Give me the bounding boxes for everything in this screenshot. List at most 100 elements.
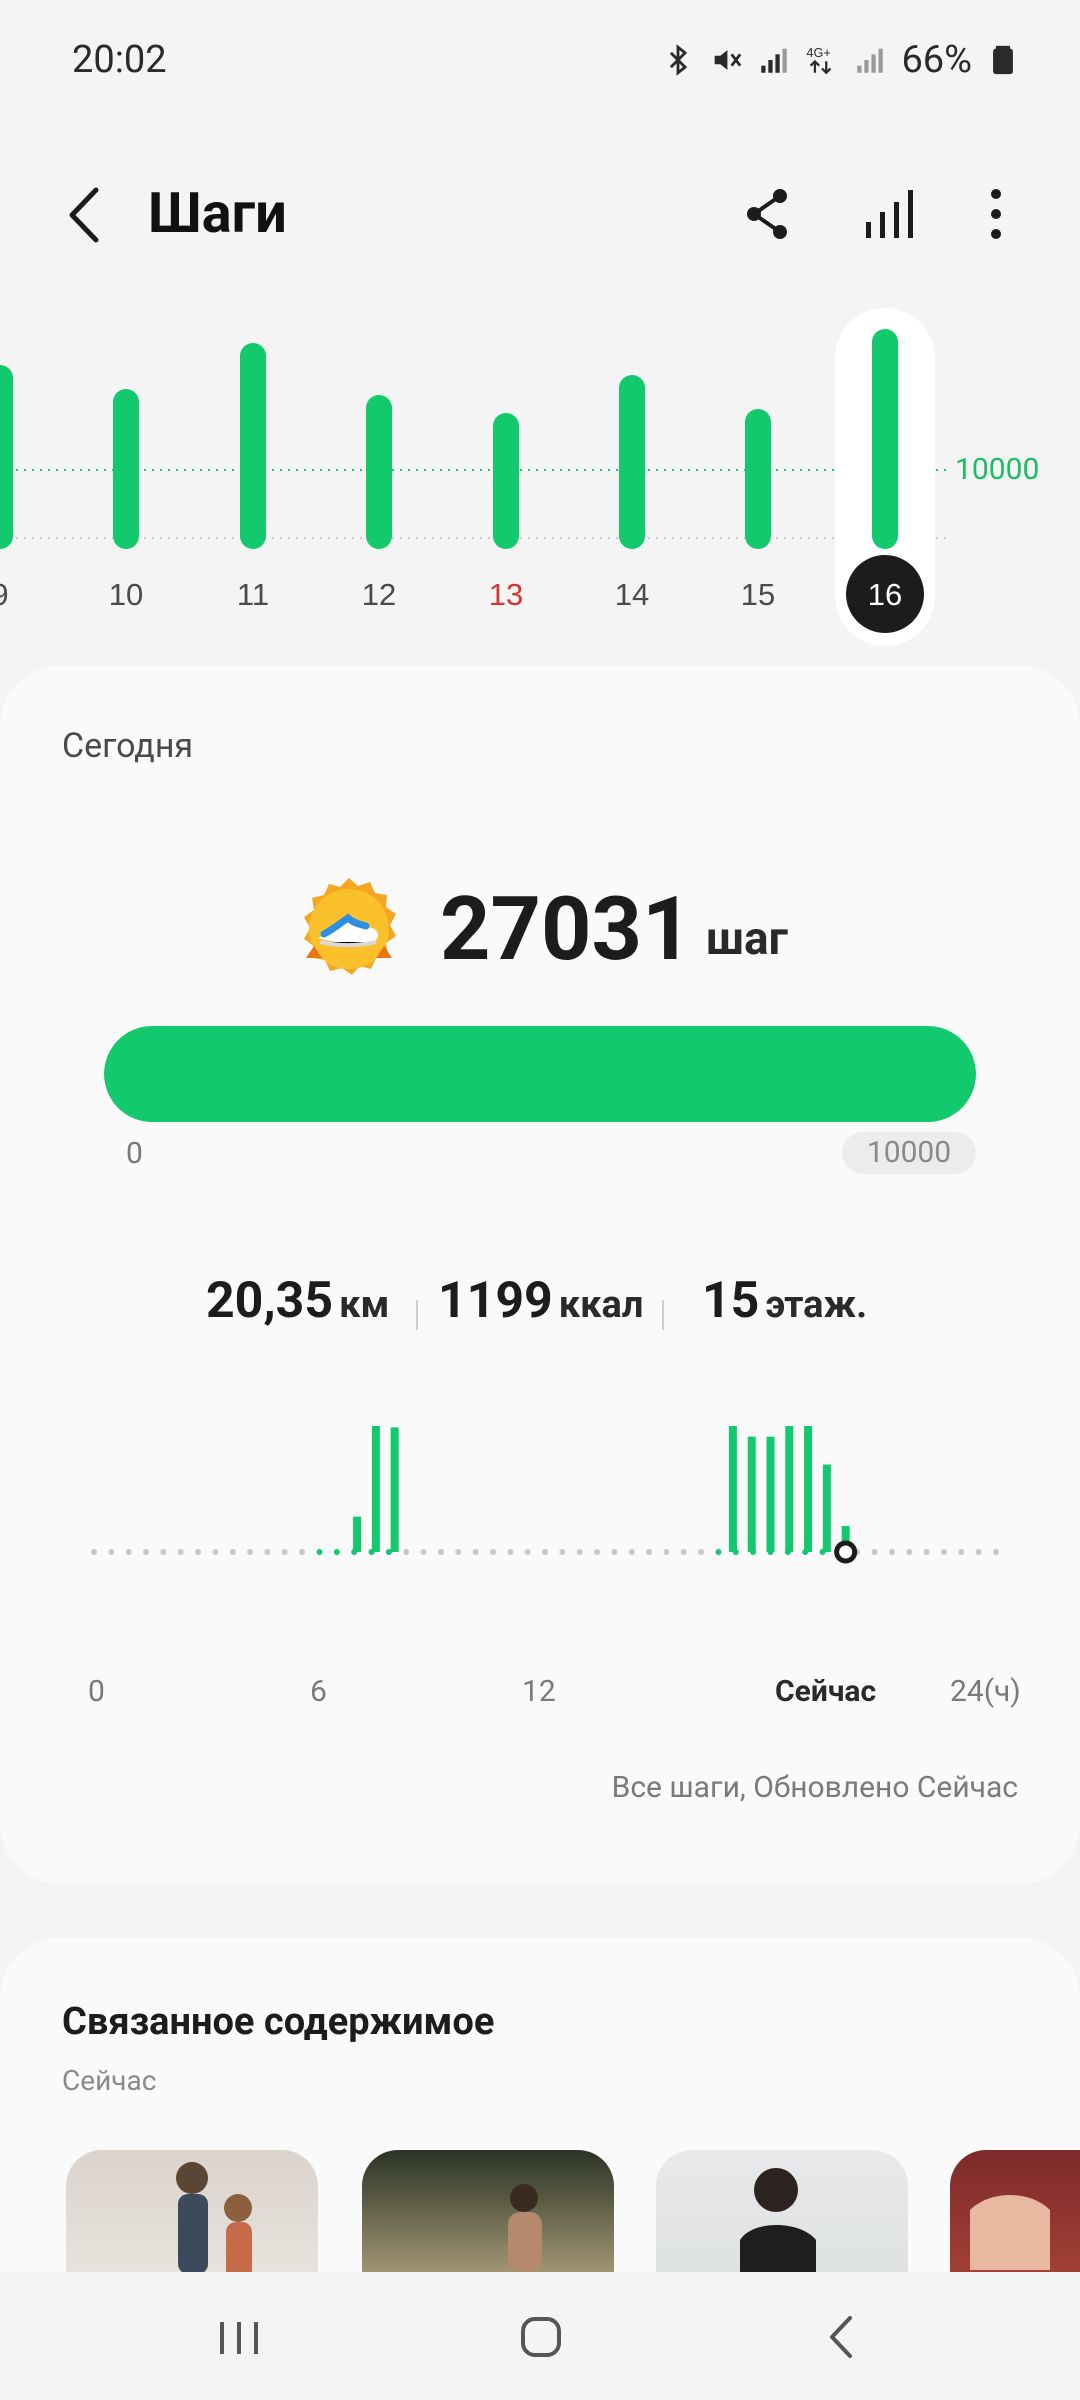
hourly-axis-dot	[594, 1549, 601, 1555]
hourly-axis-dot	[247, 1549, 254, 1555]
week-day-label: 14	[615, 577, 649, 612]
hourly-axis-dot	[264, 1549, 271, 1555]
recent-apps-icon[interactable]	[204, 2302, 274, 2372]
battery-icon	[993, 45, 1013, 75]
hourly-axis-dot	[993, 1549, 999, 1555]
related-title: Связанное содержимое	[62, 2000, 495, 2044]
floors-metric: 15 этаж.	[702, 1272, 867, 1330]
progress-min-label: 0	[126, 1136, 143, 1171]
shoe-badge-icon	[304, 878, 396, 975]
hourly-bar	[766, 1436, 775, 1552]
floors-value: 15	[702, 1272, 760, 1330]
distance-unit: км	[339, 1283, 390, 1327]
hourly-bar	[747, 1436, 756, 1552]
hourly-bar	[371, 1426, 380, 1552]
steps-progress-bar	[104, 1026, 976, 1122]
hourly-axis-dot	[698, 1549, 705, 1555]
week-day-label: 16	[868, 577, 902, 612]
more-icon[interactable]	[964, 182, 1028, 246]
hourly-chart-svg	[91, 1426, 999, 1564]
share-icon[interactable]	[736, 182, 800, 246]
hourly-axis-dot	[333, 1549, 340, 1555]
calories-unit: ккал	[558, 1283, 644, 1327]
hourly-axis-dot	[125, 1549, 132, 1555]
week-day-label: 9	[0, 577, 9, 612]
hourly-bar	[785, 1426, 794, 1552]
hourly-axis-dot	[871, 1549, 878, 1555]
back-icon[interactable]	[58, 182, 118, 248]
steps-progress-fill	[104, 1026, 976, 1122]
steps-unit: шаг	[706, 912, 788, 966]
hourly-axis-dot	[715, 1549, 722, 1555]
4g-plus-icon: 4G+	[807, 45, 832, 75]
hourly-axis-dot	[455, 1549, 462, 1555]
screen: 20:02 4G+ 66% Шаги 9 10 11 12 13 14 15 16 10000	[0, 0, 1080, 2400]
hourly-axis-dot	[177, 1549, 184, 1555]
hourly-axis-dot	[316, 1549, 323, 1555]
related-subtitle: Сейчас	[62, 2064, 157, 2097]
now-marker	[834, 1540, 858, 1564]
hour-label-now: Сейчас	[775, 1674, 877, 1709]
hourly-bar	[728, 1426, 737, 1552]
hourly-axis-dot	[403, 1549, 410, 1555]
steps-summary: 27031 шаг	[0, 876, 1080, 996]
hour-label-24: 24(ч)	[950, 1674, 1021, 1709]
svg-text:4G+: 4G+	[807, 45, 831, 60]
hourly-axis-dot	[524, 1549, 531, 1555]
metric-divider	[416, 1300, 418, 1330]
hourly-axis-dot	[160, 1549, 167, 1555]
today-label: Сегодня	[62, 726, 194, 766]
status-icons: 4G+ 66%	[661, 38, 1020, 82]
week-day-label: 13	[489, 577, 523, 612]
floors-unit: этаж.	[765, 1283, 868, 1327]
hourly-steps-chart[interactable]	[0, 1426, 1080, 1686]
hourly-axis-dot	[906, 1549, 913, 1555]
hourly-bar	[390, 1427, 399, 1552]
calories-value: 1199	[438, 1272, 553, 1330]
steps-value: 27031	[440, 878, 693, 981]
home-icon[interactable]	[506, 2302, 576, 2372]
page-title: Шаги	[148, 180, 287, 246]
hourly-axis-dot	[663, 1549, 670, 1555]
hourly-axis-dot	[143, 1549, 150, 1555]
hourly-axis-dot	[281, 1549, 288, 1555]
hourly-axis-dot	[420, 1549, 427, 1555]
weekly-chart-svg: 9 10 11 12 13 14 15 16	[0, 308, 946, 646]
hourly-bar	[822, 1464, 831, 1552]
battery-percent: 66%	[901, 38, 972, 82]
status-time: 20:02	[72, 38, 167, 82]
hourly-axis-dot	[542, 1549, 548, 1555]
week-day-label: 10	[109, 577, 143, 612]
signal-icon	[857, 48, 884, 73]
chart-icon[interactable]	[858, 182, 922, 246]
hourly-axis-dot	[212, 1549, 219, 1555]
week-day-label: 11	[237, 577, 269, 612]
status-bar: 20:02 4G+ 66%	[0, 0, 1080, 120]
hour-label-6: 6	[310, 1674, 327, 1709]
hourly-axis-dot	[559, 1549, 566, 1555]
hourly-axis-dot	[611, 1549, 618, 1555]
hourly-axis-dot	[923, 1549, 930, 1555]
hourly-axis-dot	[958, 1549, 965, 1555]
hourly-axis-dot	[628, 1549, 635, 1555]
hour-label-0: 0	[88, 1674, 105, 1709]
hourly-bar	[804, 1426, 813, 1552]
hourly-axis-dot	[229, 1549, 236, 1555]
hourly-axis-dot	[940, 1549, 947, 1555]
week-day-label: 12	[362, 577, 396, 612]
weekly-steps-chart[interactable]: 9 10 11 12 13 14 15 16 10000	[0, 300, 1080, 660]
progress-goal-label: 10000	[842, 1132, 976, 1174]
goal-label: 10000	[955, 452, 1040, 487]
system-nav-bar	[0, 2272, 1080, 2400]
hourly-axis-dot	[975, 1549, 982, 1555]
app-header: Шаги	[0, 160, 1080, 270]
hourly-bar	[353, 1516, 362, 1552]
distance-metric: 20,35 км	[206, 1272, 389, 1330]
signal-icon	[761, 48, 788, 73]
week-day-label: 15	[741, 577, 775, 612]
mute-icon	[715, 50, 742, 70]
hourly-axis-dot	[299, 1549, 306, 1555]
today-card: Сегодня 27031 шаг 0 10000 20,35 км 1199 …	[0, 666, 1080, 1884]
back-nav-icon[interactable]	[808, 2302, 878, 2372]
bluetooth-icon	[670, 44, 688, 76]
